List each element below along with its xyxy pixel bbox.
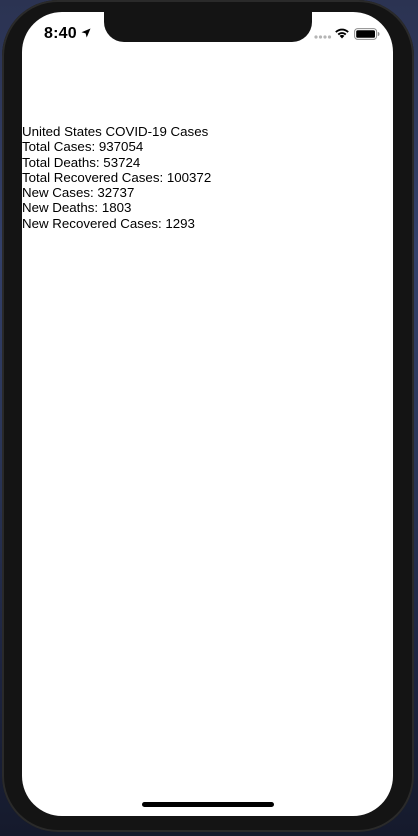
- new-recovered-line: New Recovered Cases: 1293: [22, 215, 195, 231]
- app-screen: 8:40 United States COVID-19 Cases Total …: [22, 12, 393, 816]
- new-deaths-line: New Deaths: 1803: [22, 200, 132, 216]
- phone-frame: 8:40 United States COVID-19 Cases Total …: [2, 0, 414, 832]
- battery-icon: [354, 28, 380, 40]
- total-deaths-line: Total Deaths: 53724: [22, 154, 141, 170]
- total-cases-line: Total Cases: 937054: [22, 139, 144, 155]
- cellular-signal-icon: [314, 35, 332, 39]
- home-indicator[interactable]: [142, 802, 274, 807]
- device-notch: [104, 12, 312, 42]
- total-recovered-line: Total Recovered Cases: 100372: [22, 169, 212, 185]
- new-cases-line: New Cases: 32737: [22, 185, 135, 201]
- wifi-icon: [335, 28, 349, 39]
- covid-stats-text: United States COVID-19 Cases Total Cases…: [22, 124, 393, 231]
- location-arrow-icon: [81, 28, 91, 38]
- status-time: 8:40: [44, 25, 77, 42]
- stats-heading: United States COVID-19 Cases: [22, 124, 209, 139]
